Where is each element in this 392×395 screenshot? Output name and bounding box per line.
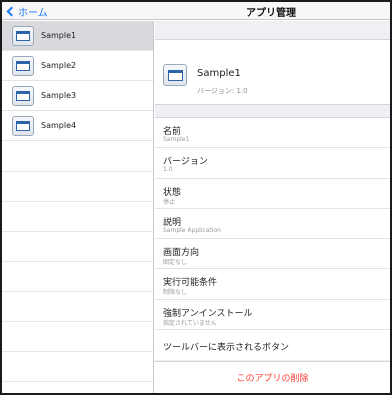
back-button[interactable]: ホーム [6,3,48,19]
property-label: ツールバーに表示されるボタン [163,343,290,354]
back-label: ホーム [18,7,48,19]
property-value: 固定なし [163,259,188,267]
list-item-label: Sample4 [41,121,77,130]
nav-bar: ホーム アプリ管理 [2,2,390,20]
app-window-icon [12,85,34,106]
property-value: 指定されていません [163,319,217,327]
app-window: ホーム アプリ管理 Sample1 Sample2 Sample3 Sample… [0,0,392,395]
list-divider [2,231,153,232]
list-divider [2,201,153,202]
list-item-sample3[interactable]: Sample3 [2,81,153,111]
list-divider [2,351,153,352]
list-item-label: Sample1 [41,31,77,40]
list-item-label: Sample3 [41,91,77,100]
property-orientation[interactable]: 画面方向 固定なし [155,239,390,270]
list-divider [2,291,153,292]
property-run-conditions[interactable]: 実行可能条件 制限なし [155,269,390,300]
app-detail-pane: Sample1 バージョン: 1.0 名前 Sample1 バージョン 1.0 … [155,21,390,393]
property-value: 1.0 [163,166,173,174]
list-item-sample4[interactable]: Sample4 [2,111,153,141]
property-name[interactable]: 名前 Sample1 [155,118,390,149]
app-window-icon [163,64,187,86]
property-version[interactable]: バージョン 1.0 [155,148,390,179]
list-item-sample2[interactable]: Sample2 [2,51,153,81]
property-value: 停止 [163,198,176,206]
property-status[interactable]: 状態 停止 [155,179,390,209]
app-version: バージョン: 1.0 [197,87,248,95]
property-force-uninstall[interactable]: 強制アンインストール 指定されていません [155,300,390,331]
delete-app-button[interactable]: このアプリの削除 [155,361,390,393]
property-toolbar-buttons[interactable]: ツールバーに表示されるボタン [155,330,390,360]
app-window-icon [12,55,34,76]
app-list: Sample1 Sample2 Sample3 Sample4 [2,21,154,393]
list-divider [2,171,153,172]
property-value: 制限なし [163,289,188,297]
property-description[interactable]: 説明 Sample Application [155,209,390,240]
app-window-icon [12,115,34,136]
list-divider [2,321,153,322]
property-list: 名前 Sample1 バージョン 1.0 状態 停止 説明 Sample App… [155,117,390,361]
property-value: Sample1 [163,136,190,143]
property-value: Sample Application [163,226,221,234]
app-window-icon [12,25,34,46]
app-header: Sample1 バージョン: 1.0 [155,39,390,105]
list-item-sample1[interactable]: Sample1 [2,21,153,51]
list-divider [2,261,153,262]
list-item-label: Sample2 [41,61,77,70]
app-title: Sample1 [197,68,241,79]
chevron-left-icon [6,6,17,16]
list-divider [2,381,153,382]
page-title: アプリ管理 [246,8,296,19]
